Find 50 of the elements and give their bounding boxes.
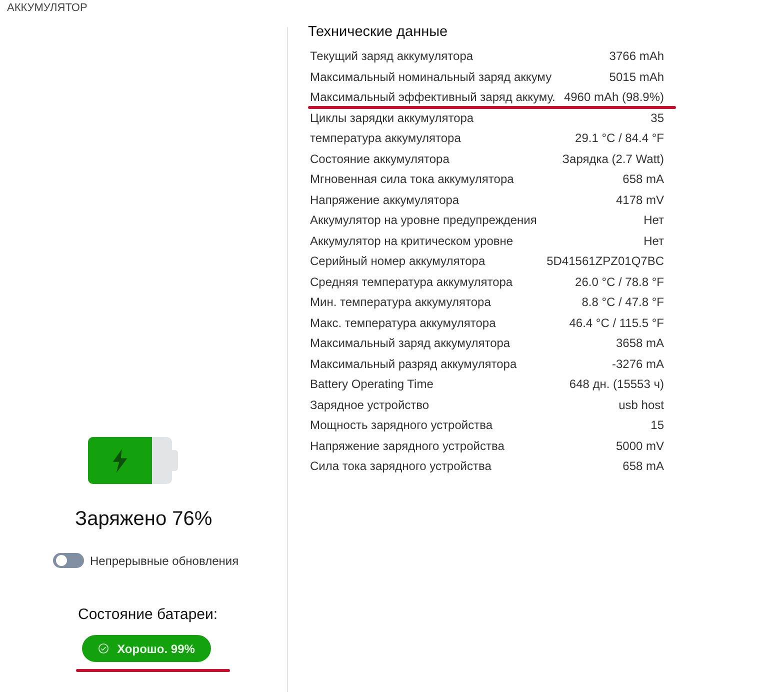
- spec-value: usb host: [618, 398, 664, 412]
- spec-value: 8.8 °C / 47.8 °F: [582, 295, 664, 310]
- spec-value: 3766 mAh: [609, 49, 664, 64]
- spec-value: 15: [650, 418, 664, 432]
- spec-value: 3658 mA: [616, 336, 664, 350]
- spec-value: Зарядка (2.7 Watt): [562, 152, 664, 166]
- spec-value: 46.4 °C / 115.5 °F: [569, 316, 664, 330]
- spec-value: 5000 mV: [616, 438, 664, 453]
- health-title: Состояние батареи:: [78, 606, 218, 623]
- spec-label: Максимальный эффективный заряд аккуму.: [310, 90, 556, 104]
- health-badge: Хорошо. 99%: [82, 635, 211, 662]
- spec-value: Нет: [644, 213, 664, 228]
- spec-label: Циклы зарядки аккумулятора: [310, 110, 474, 125]
- spec-value: 5D41561ZPZ01Q7BC: [546, 254, 664, 268]
- spec-label: Максимальный разряд аккумулятора: [310, 356, 517, 371]
- spec-label: Макс. температура аккумулятора: [310, 316, 496, 330]
- spec-value: 658 mA: [622, 172, 664, 186]
- section-title: Технические данные: [308, 24, 449, 40]
- spec-label: Средняя температура аккумулятора: [310, 274, 513, 289]
- spec-label: Мгновенная сила тока аккумулятора: [310, 172, 514, 186]
- spec-label: Напряжение аккумулятора: [310, 192, 460, 207]
- spec-label: Сила тока зарядного устройства: [310, 459, 492, 474]
- spec-label: температура аккумулятора: [310, 131, 461, 146]
- spec-label: Напряжение зарядного устройства: [310, 438, 504, 453]
- spec-label: Серийный номер аккумулятора: [310, 254, 486, 268]
- spec-value: 4960 mAh (98.9%): [564, 90, 664, 104]
- spec-label: Мин. температура аккумулятора: [310, 295, 491, 310]
- spec-label: Максимальный заряд аккумулятора: [310, 336, 510, 350]
- check-icon: [98, 643, 110, 654]
- spec-value: 5015 mAh: [609, 70, 664, 84]
- spec-value: 35: [650, 110, 664, 125]
- spec-value: 658 mA: [622, 459, 664, 474]
- spec-label: Аккумулятор на критическом уровне: [310, 234, 514, 248]
- spec-label: Аккумулятор на уровне предупреждения: [310, 213, 537, 228]
- spec-label: Battery Operating Time: [310, 377, 434, 392]
- toggle-switch[interactable]: [53, 553, 84, 568]
- page-title: АККУМУЛЯТОР: [6, 1, 88, 16]
- spec-label: Зарядное устройство: [310, 398, 430, 412]
- spec-label: Максимальный номинальный заряд аккуму: [310, 70, 552, 84]
- spec-value: 26.0 °C / 78.8 °F: [575, 274, 664, 289]
- charge-status: Заряжено 76%: [75, 508, 212, 531]
- toggle-label: Непрерывные обновления: [90, 554, 239, 568]
- spec-label: Текущий заряд аккумулятора: [310, 49, 474, 64]
- spec-value: -3276 mA: [612, 356, 664, 371]
- spec-value: 4178 mV: [616, 192, 664, 207]
- spec-value: Нет: [644, 234, 664, 248]
- spec-value: 29.1 °C / 84.4 °F: [575, 131, 664, 146]
- spec-label: Состояние аккумулятора: [310, 152, 450, 166]
- spec-value: 648 дн. (15553 ч): [569, 377, 664, 392]
- spec-label: Мощность зарядного устройства: [310, 418, 493, 432]
